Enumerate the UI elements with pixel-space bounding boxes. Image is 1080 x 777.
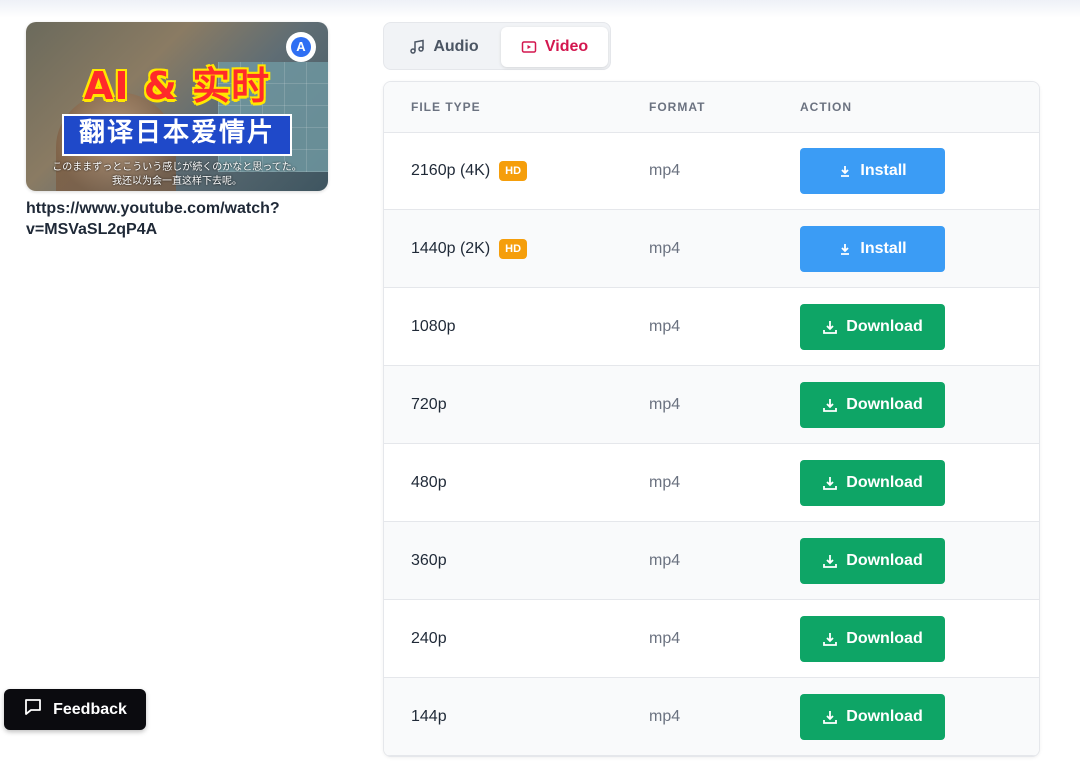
download-button[interactable]: Download — [800, 460, 945, 506]
action-label: Download — [846, 396, 923, 413]
download-icon — [822, 475, 838, 491]
cell-file-type: 1080p — [411, 288, 456, 366]
cell-file-type: 1440p (2K) HD — [411, 210, 528, 288]
table-row: 720p mp4 Download — [384, 366, 1039, 444]
cell-file-type: 144p — [411, 678, 447, 756]
video-url: https://www.youtube.com/watch?v=MSVaSL2q… — [26, 200, 280, 238]
file-type-label: 1440p (2K) — [411, 240, 491, 257]
cell-format: mp4 — [649, 318, 681, 335]
cell-file-type: 2160p (4K) HD — [411, 132, 528, 210]
download-icon — [822, 397, 838, 413]
formats-table: FILE TYPE FORMAT ACTION 2160p (4K) HD mp4 I… — [383, 81, 1040, 757]
table-row: 2160p (4K) HD mp4 Install — [384, 132, 1039, 210]
tab-audio[interactable]: Audio — [390, 27, 498, 67]
table-row: 360p mp4 Download — [384, 522, 1039, 600]
table-row: 144p mp4 Download — [384, 678, 1039, 756]
appsinc-logo-icon: A — [286, 32, 316, 62]
table-row: 1080p mp4 Download — [384, 288, 1039, 366]
download-icon — [822, 553, 838, 569]
header-shadow — [0, 0, 1080, 18]
table-row: 480p mp4 Download — [384, 444, 1039, 522]
action-label: Download — [846, 630, 923, 647]
cell-format: mp4 — [649, 240, 681, 257]
file-type-label: 2160p (4K) — [411, 162, 491, 179]
action-label: Download — [846, 318, 923, 335]
cell-file-type: 480p — [411, 444, 447, 522]
feedback-button[interactable]: Feedback — [4, 689, 146, 730]
download-button[interactable]: Download — [800, 616, 945, 662]
download-icon — [822, 709, 838, 725]
action-label: Install — [860, 162, 907, 179]
cell-format: mp4 — [649, 162, 681, 179]
file-type-label: 360p — [411, 552, 447, 569]
cell-format: mp4 — [649, 630, 681, 647]
tab-video-label: Video — [544, 38, 589, 55]
tab-audio-label: Audio — [433, 38, 479, 55]
tab-video[interactable]: Video — [501, 27, 608, 67]
download-button[interactable]: Download — [800, 304, 945, 350]
cell-file-type: 360p — [411, 522, 447, 600]
hd-badge: HD — [499, 239, 528, 259]
file-type-label: 1080p — [411, 318, 456, 335]
badge-letter: A — [291, 37, 311, 57]
format-tabs: Audio Video — [383, 22, 611, 70]
thumbnail-title-line1: AI & 实时 — [83, 64, 271, 108]
file-type-label: 240p — [411, 630, 447, 647]
table-row: 1440p (2K) HD mp4 Install — [384, 210, 1039, 288]
hd-badge: HD — [499, 161, 528, 181]
download-icon — [822, 319, 838, 335]
feedback-label: Feedback — [53, 700, 127, 718]
music-note-icon — [409, 39, 425, 55]
action-label: Install — [860, 240, 907, 257]
install-button[interactable]: Install — [800, 226, 945, 272]
header-format: FORMAT — [649, 100, 706, 114]
download-button[interactable]: Download — [800, 382, 945, 428]
thumbnail-subtitle-jp: このままずっとこういう感じが続くのかなと思ってた。 — [52, 162, 302, 173]
download-button[interactable]: Download — [800, 538, 945, 584]
cell-format: mp4 — [649, 396, 681, 413]
download-icon — [822, 631, 838, 647]
video-thumbnail[interactable]: AI & 实时 翻译日本爱情片 このままずっとこういう感じが続くのかなと思ってた… — [26, 22, 328, 191]
chat-bubble-icon — [23, 697, 43, 722]
cell-format: mp4 — [649, 552, 681, 569]
thumbnail-subtitle-cn: 我还以为会一直这样下去呢。 — [112, 176, 242, 187]
download-button[interactable]: Download — [800, 694, 945, 740]
cell-format: mp4 — [649, 708, 681, 725]
cell-file-type: 720p — [411, 366, 447, 444]
header-file-type: FILE TYPE — [411, 100, 481, 114]
table-header: FILE TYPE FORMAT ACTION — [384, 82, 1039, 133]
cell-file-type: 240p — [411, 600, 447, 678]
action-label: Download — [846, 552, 923, 569]
table-row: 240p mp4 Download — [384, 600, 1039, 678]
install-button[interactable]: Install — [800, 148, 945, 194]
action-label: Download — [846, 474, 923, 491]
thumbnail-title-line2: 翻译日本爱情片 — [62, 114, 292, 156]
action-label: Download — [846, 708, 923, 725]
file-type-label: 720p — [411, 396, 447, 413]
cell-format: mp4 — [649, 474, 681, 491]
header-action: ACTION — [800, 100, 852, 114]
file-type-label: 480p — [411, 474, 447, 491]
file-type-label: 144p — [411, 708, 447, 725]
video-icon — [521, 39, 537, 55]
install-arrow-icon — [838, 242, 852, 256]
install-arrow-icon — [838, 164, 852, 178]
